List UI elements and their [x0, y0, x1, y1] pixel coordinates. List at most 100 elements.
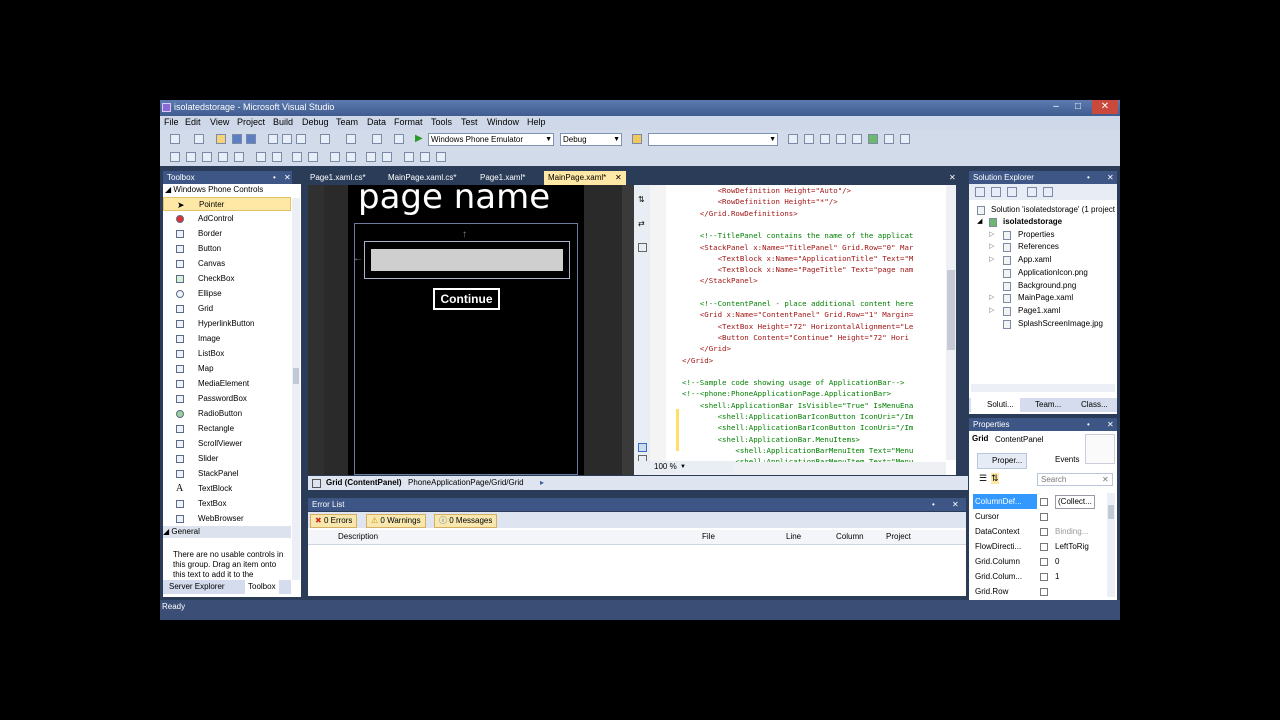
properties-tab[interactable]: Proper... — [977, 453, 1028, 469]
xaml-code-editor[interactable]: <RowDefinition Height="Auto"/> <RowDefin… — [650, 185, 956, 475]
add-item-icon[interactable] — [194, 134, 204, 144]
continue-button[interactable]: Continue — [433, 288, 500, 310]
events-tab[interactable]: Events — [1045, 453, 1083, 467]
target-device-combo[interactable]: Windows Phone Emulator ▼ — [428, 133, 554, 146]
send-to-back-icon[interactable] — [346, 152, 356, 162]
advanced-options-icon[interactable] — [1040, 573, 1048, 581]
column-description[interactable]: Description — [338, 530, 378, 544]
column-column[interactable]: Column — [836, 530, 864, 544]
textbox-selection-adorner[interactable] — [364, 241, 570, 279]
align-middle-icon[interactable] — [234, 152, 244, 162]
advanced-options-icon[interactable] — [1040, 528, 1048, 536]
menu-edit[interactable]: Edit — [185, 117, 201, 127]
center-horizontally-icon[interactable] — [292, 152, 302, 162]
toolbox-item-hyperlinkbutton[interactable]: HyperlinkButton — [163, 317, 291, 331]
pin-icon[interactable]: • — [273, 171, 276, 184]
column-line[interactable]: Line — [786, 530, 801, 544]
toolbox-item-adcontrol[interactable]: AdControl — [163, 212, 291, 226]
chevron-right-icon[interactable]: ▸ — [540, 476, 544, 490]
toolbox-item-radiobutton[interactable]: RadioButton — [163, 407, 291, 421]
menu-build[interactable]: Build — [273, 117, 293, 127]
scrollbar-thumb[interactable] — [293, 368, 299, 384]
menu-file[interactable]: File — [164, 117, 179, 127]
menu-project[interactable]: Project — [237, 117, 265, 127]
navigate-forward-icon[interactable] — [394, 134, 404, 144]
property-row[interactable]: DataContext Binding... — [969, 524, 1107, 539]
tab-team-explorer[interactable]: Team... — [1035, 398, 1061, 412]
view-designer-icon[interactable] — [1043, 187, 1053, 197]
messages-filter-button[interactable]: ⓘ 0 Messages — [434, 514, 498, 528]
bookmark-icon[interactable] — [404, 152, 414, 162]
find-in-files-icon[interactable] — [632, 134, 642, 144]
properties-search-input[interactable]: Search ✕ — [1037, 473, 1113, 486]
toolbox-item-passwordbox[interactable]: PasswordBox — [163, 392, 291, 406]
doc-tab-mainpage-xaml[interactable]: MainPage.xaml* ✕ — [544, 171, 626, 185]
pin-icon[interactable]: • — [932, 498, 935, 511]
code-line[interactable]: <RowDefinition Height="Auto"/> — [682, 186, 852, 195]
code-line[interactable]: <!--ContentPanel - place additional cont… — [682, 299, 914, 308]
toolbox-item-grid[interactable]: Grid — [163, 302, 291, 316]
page-title-text[interactable]: page name — [358, 177, 550, 217]
code-line[interactable]: </Grid> — [682, 356, 713, 365]
property-row[interactable]: Cursor — [969, 509, 1107, 524]
property-row[interactable]: Grid.Column 0 — [969, 554, 1107, 569]
code-line[interactable]: <!--<phone:PhoneApplicationPage.Applicat… — [682, 389, 891, 398]
code-line[interactable]: <RowDefinition Height="*"/> — [682, 197, 838, 206]
object-browser-icon[interactable] — [820, 134, 830, 144]
toolbox-group-windows-phone[interactable]: ◢ Windows Phone Controls — [165, 184, 263, 196]
next-bookmark-icon[interactable] — [420, 152, 430, 162]
pin-icon[interactable]: • — [1087, 171, 1090, 184]
property-value[interactable]: LeftToRig — [1055, 539, 1089, 554]
tab-class-view[interactable]: Class... — [1081, 398, 1108, 412]
redo-icon[interactable] — [346, 134, 356, 144]
advanced-options-icon[interactable] — [1040, 513, 1048, 521]
toolbox-item-scrollviewer[interactable]: ScrollViewer — [163, 437, 291, 451]
clear-search-icon[interactable]: ✕ — [1102, 474, 1109, 485]
solution-explorer-hscrollbar[interactable] — [971, 384, 1115, 392]
toolbox-item-pointer[interactable]: ➤ Pointer — [163, 197, 291, 211]
make-same-width-icon[interactable] — [256, 152, 266, 162]
code-line[interactable]: <!--TitlePanel contains the name of the … — [682, 231, 914, 240]
title-bar[interactable]: isolatedstorage - Microsoft Visual Studi… — [160, 100, 1120, 116]
design-pane-icon[interactable] — [638, 443, 647, 452]
code-line[interactable]: <shell:ApplicationBarIconButton IconUri=… — [682, 412, 914, 421]
refresh-icon[interactable] — [1007, 187, 1017, 197]
editor-scrollbar[interactable] — [946, 185, 956, 460]
menu-test[interactable]: Test — [461, 117, 478, 127]
close-icon[interactable]: ✕ — [284, 171, 291, 184]
categorize-icon[interactable]: ☰ — [979, 473, 987, 484]
zoom-combo[interactable]: 100 % ▼ — [638, 461, 734, 473]
toolbox-item-mediaelement[interactable]: MediaElement — [163, 377, 291, 391]
menu-debug[interactable]: Debug — [302, 117, 329, 127]
breadcrumb-element[interactable]: Grid (ContentPanel) — [326, 476, 402, 490]
toolbox-item-ellipse[interactable]: Ellipse — [163, 287, 291, 301]
code-line[interactable]: <StackPanel x:Name="TitlePanel" Grid.Row… — [682, 243, 914, 252]
properties-scrollbar[interactable] — [1107, 493, 1115, 597]
solution-explorer-icon[interactable] — [788, 134, 798, 144]
code-line[interactable]: <shell:ApplicationBarIconButton IconUri=… — [682, 423, 914, 432]
breadcrumb-path[interactable]: PhoneApplicationPage/Grid/Grid — [408, 476, 524, 490]
properties-element-name[interactable]: ContentPanel — [995, 435, 1043, 444]
scrollbar-thumb[interactable] — [1108, 505, 1114, 519]
sort-alphabetical-icon[interactable]: ⇅ — [991, 473, 999, 484]
close-icon[interactable]: ✕ — [1092, 100, 1118, 114]
toolbox-item-canvas[interactable]: Canvas — [163, 257, 291, 271]
property-row[interactable]: Grid.Colum... 1 — [969, 569, 1107, 584]
toolbox-item-stackpanel[interactable]: StackPanel — [163, 467, 291, 481]
scrollbar-thumb[interactable] — [947, 270, 955, 350]
textbox-control[interactable] — [371, 249, 563, 271]
code-line[interactable]: <shell:ApplicationBar.MenuItems> — [682, 435, 860, 444]
find-combo[interactable]: ▼ — [648, 133, 778, 146]
properties-icon[interactable] — [975, 187, 985, 197]
horizontal-split-icon[interactable] — [638, 243, 647, 252]
toolbox-item-image[interactable]: Image — [163, 332, 291, 346]
toolbox-item-textblock[interactable]: A TextBlock — [163, 482, 291, 496]
toolbox-item-checkbox[interactable]: CheckBox — [163, 272, 291, 286]
bring-to-front-icon[interactable] — [330, 152, 340, 162]
copy-icon[interactable] — [282, 134, 292, 144]
menu-format[interactable]: Format — [394, 117, 423, 127]
align-top-icon[interactable] — [218, 152, 228, 162]
undo-icon[interactable] — [320, 134, 330, 144]
code-line[interactable]: <Button Content="Continue" Height="72" H… — [682, 333, 909, 342]
menu-data[interactable]: Data — [367, 117, 386, 127]
